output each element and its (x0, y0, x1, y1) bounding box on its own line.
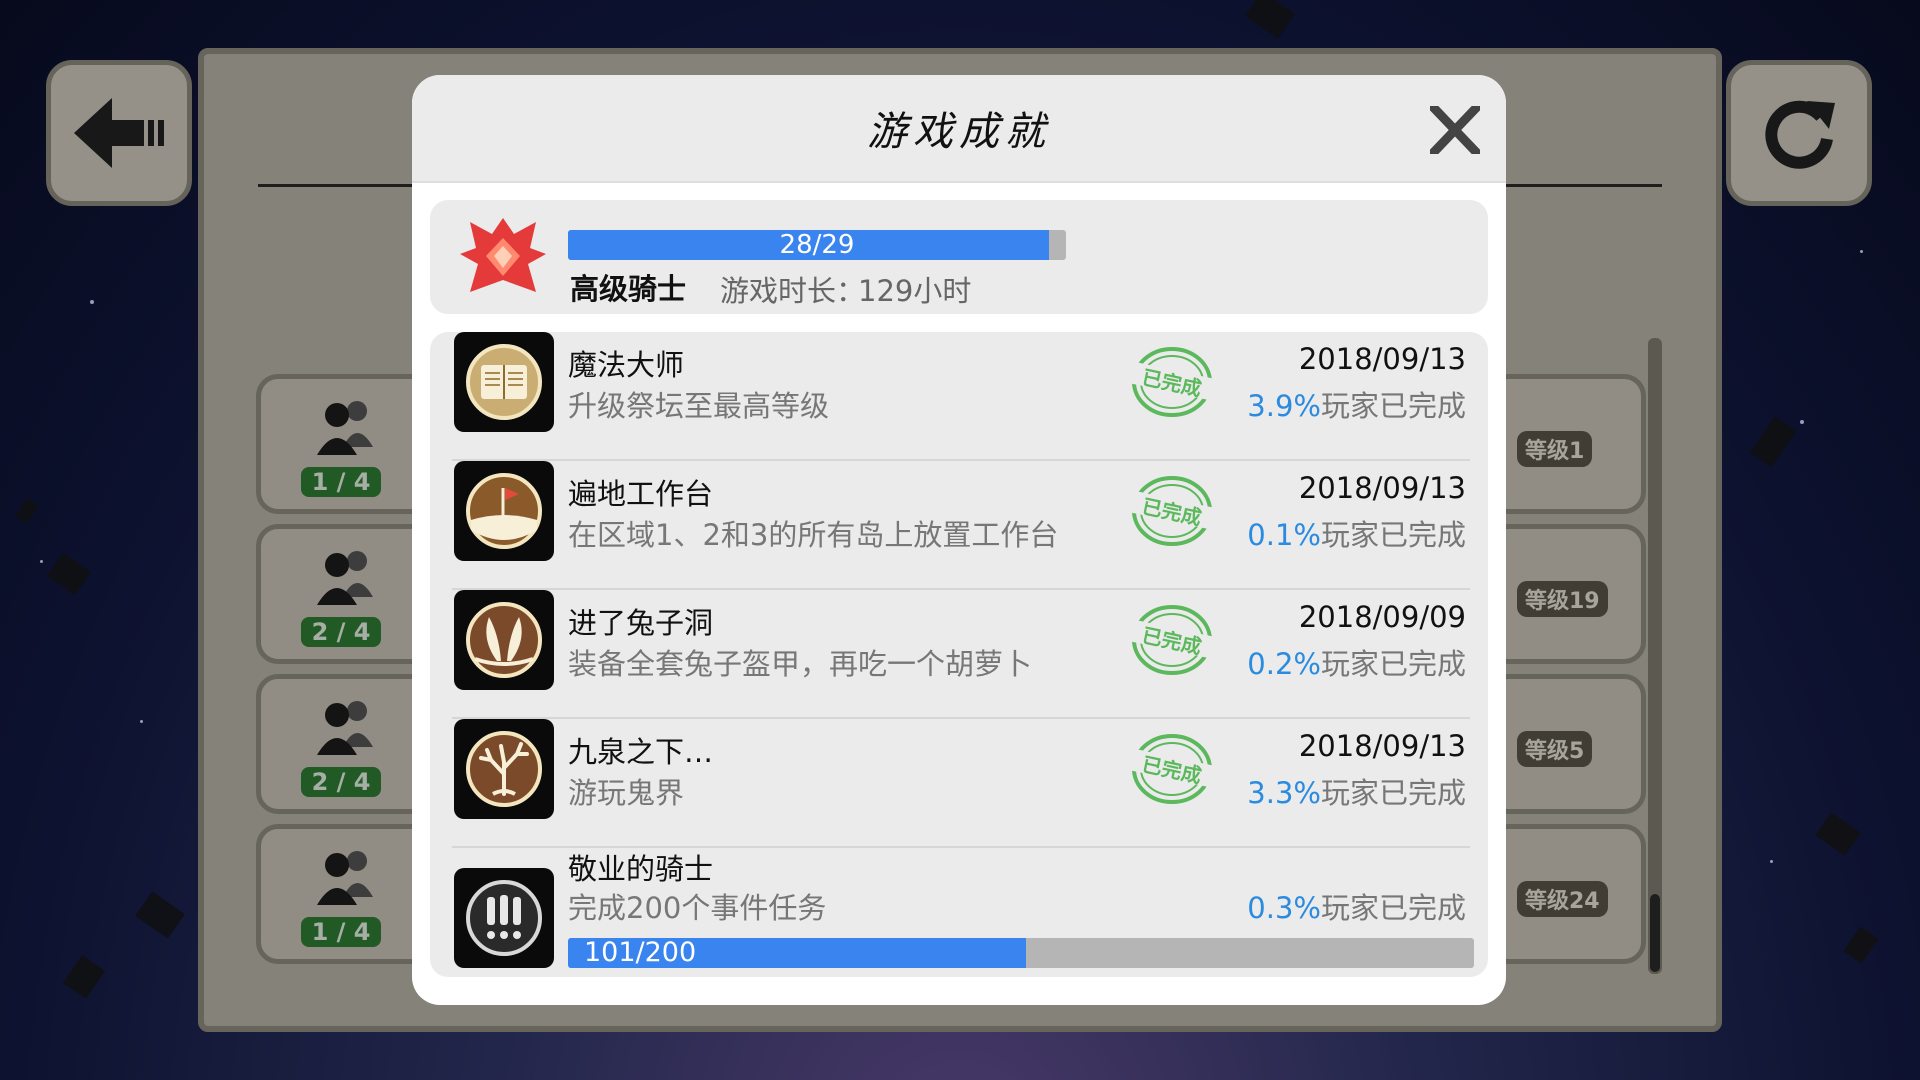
exclamation-icon (466, 880, 542, 956)
completion-percent: 0.3% (1247, 891, 1321, 925)
party-count: 2 / 4 (301, 617, 381, 647)
level-card[interactable]: 等级5 (1486, 674, 1646, 814)
achievement-icon-box (454, 332, 554, 432)
completion-percent: 3.3% (1247, 776, 1321, 810)
achievement-description: 游玩鬼界 (568, 776, 685, 810)
completion-rate: 0.3%玩家已完成 (1247, 885, 1466, 927)
completed-stamp-text: 已完成 (1140, 494, 1204, 530)
completed-stamp-icon: 已完成 (1130, 734, 1214, 804)
completion-date: 2018/09/13 (1298, 342, 1466, 376)
completion-percent: 3.9% (1247, 389, 1321, 423)
back-button[interactable] (46, 60, 192, 206)
playtime-label: 游戏时长： (720, 274, 866, 308)
completion-rate: 3.3%玩家已完成 (1247, 770, 1466, 812)
achievement-name: 九泉之下… (568, 735, 714, 769)
party-card[interactable]: 1 / 4 (256, 824, 436, 964)
completed-stamp-text: 已完成 (1140, 623, 1204, 659)
achievement-description: 升级祭坛至最高等级 (568, 389, 830, 423)
player-summary: 28/29 高级骑士 游戏时长： 129小时 (430, 200, 1488, 314)
party-card[interactable]: 2 / 4 (256, 524, 436, 664)
completion-rate: 3.9%玩家已完成 (1247, 383, 1466, 425)
achievement-item[interactable]: 九泉之下… 游玩鬼界 已完成 2018/09/13 3.3%玩家已完成 (430, 719, 1488, 848)
achievement-name: 敬业的骑士 (568, 852, 714, 886)
achievement-item[interactable]: 敬业的骑士 完成200个事件任务 0.3%玩家已完成 101/200 (430, 848, 1488, 977)
completion-rate-label: 玩家已完成 (1320, 647, 1466, 681)
party-count: 1 / 4 (301, 917, 381, 947)
completed-stamp-icon: 已完成 (1130, 605, 1214, 675)
party-icon (317, 401, 373, 455)
party-card[interactable]: 2 / 4 (256, 674, 436, 814)
level-badge: 等级1 (1517, 431, 1593, 467)
party-icon (317, 851, 373, 905)
level-badge: 等级5 (1517, 731, 1593, 767)
level-card[interactable]: 等级1 (1486, 374, 1646, 514)
achievement-list[interactable]: 魔法大师 升级祭坛至最高等级 已完成 2018/09/13 3.9%玩家已完成 (430, 332, 1488, 977)
dead-tree-icon (466, 731, 542, 807)
party-count: 2 / 4 (301, 767, 381, 797)
completion-rate: 0.1%玩家已完成 (1247, 512, 1466, 554)
background-scrollbar[interactable] (1648, 338, 1662, 974)
party-card[interactable]: 1 / 4 (256, 374, 436, 514)
completion-date: 2018/09/09 (1298, 600, 1466, 634)
achievement-icon-box (454, 590, 554, 690)
task-progress-bar: 101/200 (568, 938, 1474, 968)
bunny-ears-icon (466, 602, 542, 678)
achievement-icon-box (454, 719, 554, 819)
achievement-description: 装备全套兔子盔甲，再吃一个胡萝卜 (568, 647, 1033, 681)
level-badge: 等级19 (1517, 581, 1608, 617)
completion-percent: 0.1% (1247, 518, 1321, 552)
close-button[interactable] (1426, 101, 1484, 159)
dialog-title: 游戏成就 (867, 109, 1051, 155)
achievement-item[interactable]: 进了兔子洞 装备全套兔子盔甲，再吃一个胡萝卜 已完成 2018/09/09 0.… (430, 590, 1488, 719)
completion-percent: 0.2% (1247, 647, 1321, 681)
achievement-icon-box (454, 868, 554, 968)
completed-stamp-text: 已完成 (1140, 752, 1204, 788)
flag-icon (466, 473, 542, 549)
dialog-header: 游戏成就 (412, 75, 1506, 183)
completion-rate-label: 玩家已完成 (1320, 518, 1466, 552)
task-progress-text: 101/200 (584, 938, 697, 968)
achievements-dialog: 游戏成就 28/29 高级骑士 游戏时长： 129小时 魔法大师 升级祭坛至最高… (412, 75, 1506, 1005)
close-icon (1430, 106, 1480, 154)
playtime-value: 129小时 (858, 274, 972, 308)
completion-rate-label: 玩家已完成 (1320, 389, 1466, 423)
achievement-progress-text: 28/29 (779, 230, 855, 260)
completion-date: 2018/09/13 (1298, 471, 1466, 505)
level-card[interactable]: 等级19 (1486, 524, 1646, 664)
achievement-icon-box (454, 461, 554, 561)
achievement-item[interactable]: 魔法大师 升级祭坛至最高等级 已完成 2018/09/13 3.9%玩家已完成 (430, 332, 1488, 461)
knight-rank-icon (460, 218, 546, 292)
completion-rate: 0.2%玩家已完成 (1247, 641, 1466, 683)
achievement-name: 进了兔子洞 (568, 606, 714, 640)
achievement-progress-bar: 28/29 (568, 230, 1066, 260)
book-icon (466, 344, 542, 420)
completed-stamp-icon: 已完成 (1130, 476, 1214, 546)
completed-stamp-text: 已完成 (1140, 365, 1204, 401)
completion-rate-label: 玩家已完成 (1320, 776, 1466, 810)
party-icon (317, 551, 373, 605)
achievement-description: 在区域1、2和3的所有岛上放置工作台 (568, 518, 1059, 552)
background-scroll-thumb[interactable] (1650, 894, 1660, 972)
back-arrow-icon (74, 98, 164, 168)
party-count: 1 / 4 (301, 467, 381, 497)
completion-date: 2018/09/13 (1298, 729, 1466, 763)
level-badge: 等级24 (1517, 881, 1608, 917)
refresh-icon (1765, 100, 1835, 169)
party-icon (317, 701, 373, 755)
player-rank: 高级骑士 (570, 272, 687, 306)
achievement-item[interactable]: 遍地工作台 在区域1、2和3的所有岛上放置工作台 已完成 2018/09/13 … (430, 461, 1488, 590)
refresh-button[interactable] (1726, 60, 1872, 206)
level-card[interactable]: 等级24 (1486, 824, 1646, 964)
achievement-name: 遍地工作台 (568, 477, 714, 511)
completed-stamp-icon: 已完成 (1130, 347, 1214, 417)
achievement-name: 魔法大师 (568, 348, 685, 382)
completion-rate-label: 玩家已完成 (1320, 891, 1466, 925)
achievement-description: 完成200个事件任务 (568, 891, 827, 925)
